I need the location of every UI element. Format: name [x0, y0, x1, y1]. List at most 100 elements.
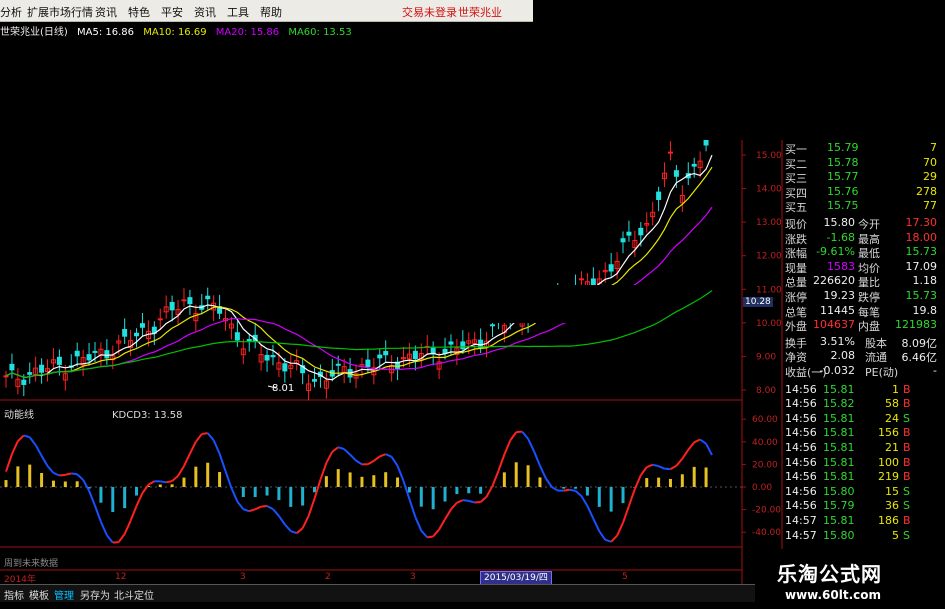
- candle-body: [234, 332, 240, 341]
- tab-beidou[interactable]: 北斗定位: [114, 587, 154, 602]
- tab-template[interactable]: 模板: [29, 587, 49, 602]
- candle-body: [134, 332, 140, 337]
- bid-row: 买一 15.79 7: [783, 141, 937, 156]
- indicator-tick-label: -20.00: [752, 506, 781, 516]
- tick-volume: 5: [892, 528, 899, 542]
- kdcd-segment: [296, 527, 304, 534]
- tick-price: 15.81: [823, 411, 855, 425]
- kdcd-segment: [206, 432, 215, 441]
- candle-body: [667, 151, 673, 154]
- ma10-label: MA10: 16.69: [143, 27, 207, 38]
- tick-time: 14:56: [785, 499, 817, 513]
- trade-status[interactable]: 交易未登录: [402, 4, 457, 20]
- indicator-tick-label: 60.00: [752, 415, 778, 425]
- stat-value: 17.30: [905, 216, 938, 229]
- stat-value: 11445: [820, 303, 855, 317]
- tick-side: B: [903, 382, 911, 396]
- menu-tools[interactable]: 工具: [227, 4, 249, 20]
- bid-volume: 77: [923, 199, 937, 213]
- tick-time: 14:56: [785, 397, 817, 411]
- bid-label: 买五: [785, 201, 807, 215]
- stat-row: 现价 15.80 今开 17.30: [783, 216, 938, 231]
- indicator-bar: [158, 484, 162, 487]
- fin-value: -0.032: [819, 364, 855, 377]
- candle-body: [489, 324, 495, 327]
- candle-body: [169, 301, 175, 311]
- kdcd-segment: [183, 453, 191, 467]
- menu-news[interactable]: 资讯: [194, 4, 216, 20]
- tick-price: 15.81: [823, 514, 855, 527]
- kdcd-segment: [687, 441, 695, 451]
- indicator-bar: [4, 480, 8, 487]
- current-price-tag: 10.28: [743, 297, 773, 307]
- tick-time: 14:57: [785, 514, 817, 527]
- kdcd-segment: [34, 444, 43, 457]
- stat-label: 外盘: [785, 320, 807, 334]
- tab-save-as[interactable]: 另存为: [80, 587, 110, 602]
- kdcd-segment: [248, 508, 256, 513]
- indicator-bar: [313, 487, 317, 493]
- candle-body: [157, 318, 163, 321]
- kdcd-segment: [224, 470, 233, 489]
- price-axis: 15.00 14.00 13.00 12.00 11.00 10.00 9.00 8.00: [742, 151, 782, 396]
- fin-label: 股本: [865, 336, 887, 350]
- kdcd-segment: [627, 488, 636, 507]
- indicator-axis: 60.00 40.00 20.00 0.00 -20.00 -40.00: [742, 415, 781, 538]
- menu-help[interactable]: 帮助: [260, 4, 282, 20]
- candle-body: [56, 356, 62, 365]
- candle-body: [264, 354, 270, 361]
- kdcd-segment: [633, 474, 642, 490]
- kdcd-segment: [681, 449, 690, 460]
- kdcd-segment: [390, 456, 399, 467]
- indicator-bar: [597, 487, 601, 507]
- kdcd-segment: [160, 480, 167, 484]
- tick-side: B: [903, 397, 911, 411]
- tick-side: B: [903, 514, 911, 527]
- bid-volume: 29: [923, 170, 937, 184]
- stat-label: 涨跌: [785, 232, 807, 246]
- menu-analysis[interactable]: 分析: [0, 4, 22, 20]
- tick-row: 14:57 15.81 186 B: [783, 514, 937, 528]
- menu-features[interactable]: 特色: [128, 4, 150, 20]
- tick-row: 14:56 15.81 219 B: [783, 470, 937, 484]
- indicator-bar: [704, 467, 708, 487]
- tab-manage[interactable]: 管理: [54, 587, 74, 602]
- price-tick-label: 8.00: [756, 386, 776, 396]
- indicator-bar: [265, 487, 269, 496]
- menu-info[interactable]: 资讯: [95, 4, 117, 20]
- bid-row: 买四 15.76 278: [783, 184, 937, 200]
- candle-body: [383, 351, 389, 356]
- tick-row: 14:56 15.81 156 B: [783, 426, 937, 440]
- indicator-bar: [609, 487, 613, 512]
- candle-body: [656, 191, 662, 200]
- stat-value: 104637: [813, 318, 855, 332]
- stock-name: 世荣兆业: [458, 6, 502, 19]
- kdcd-segment: [337, 446, 345, 451]
- candle-body: [448, 341, 454, 345]
- kdcd-segment: [331, 446, 339, 453]
- bid-price: 15.76: [827, 184, 859, 198]
- indicator-bar: [621, 487, 625, 504]
- tab-indicator[interactable]: 指标: [4, 587, 24, 602]
- stat-value: 18.00: [905, 230, 938, 244]
- indicator-bar: [40, 472, 44, 487]
- indicator-bar: [668, 478, 672, 487]
- candle-body: [365, 359, 371, 368]
- tick-row: 14:56 15.82 58 B: [783, 397, 937, 411]
- kdcd-segment: [236, 500, 245, 510]
- kdcd-segment: [432, 528, 440, 538]
- indicator-bar: [277, 487, 281, 501]
- candle-body: [638, 227, 644, 236]
- tick-time: 14:56: [785, 455, 817, 469]
- indicator-bar: [111, 487, 115, 513]
- price-tick-label: 13.00: [756, 218, 782, 228]
- moving-average-lines: [5, 154, 713, 381]
- menu-extended-market[interactable]: 扩展市场行情: [27, 4, 93, 20]
- tick-volume: 156: [878, 426, 899, 440]
- kdcd-segment: [123, 520, 132, 535]
- watermark-url: www.60lt.com: [785, 588, 882, 602]
- menu-pingan[interactable]: 平安: [161, 4, 183, 20]
- fin-label: 换手: [785, 336, 807, 350]
- candle-body: [139, 323, 145, 328]
- kdcd-segment: [622, 505, 630, 524]
